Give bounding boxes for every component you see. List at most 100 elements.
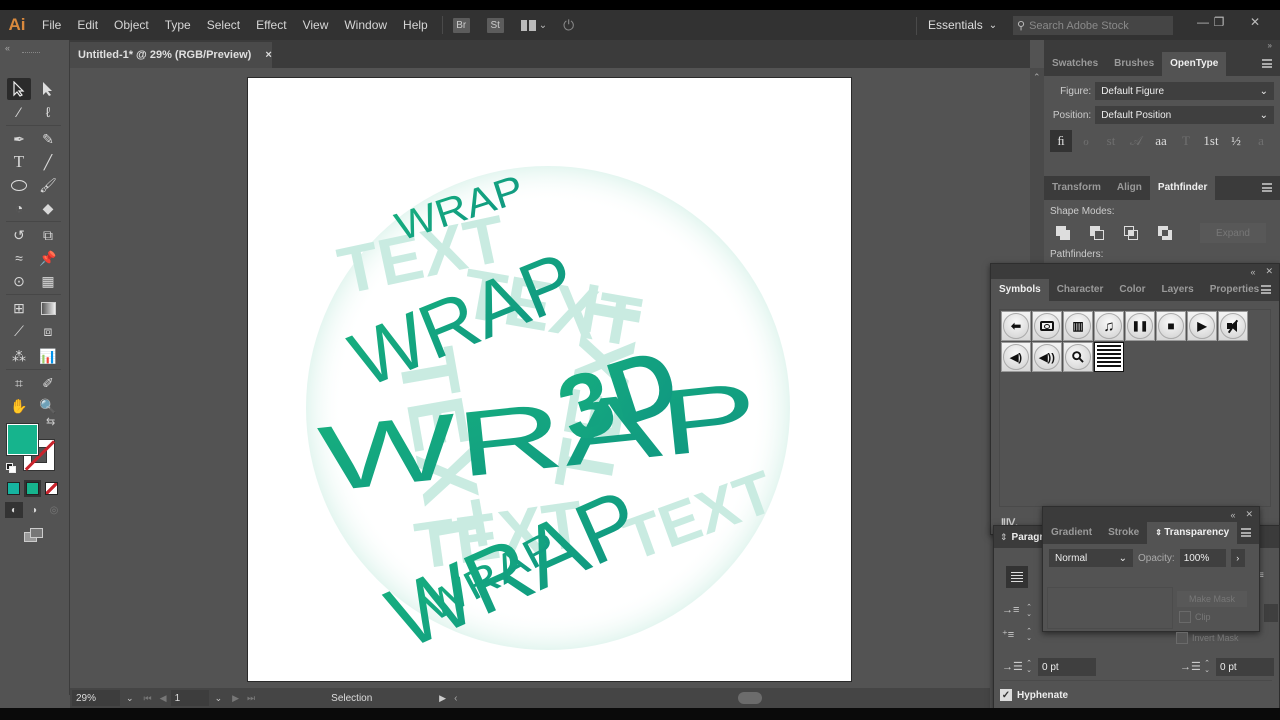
sphere-text-artwork[interactable]: TEXT TEXT TEXT TEXT TEXT TEXT WRAP WRAP … [248, 78, 851, 681]
eraser-tool[interactable]: ◆ [36, 197, 60, 219]
ordinals-button[interactable]: 1st [1200, 130, 1222, 152]
menu-effect[interactable]: Effect [248, 10, 294, 40]
tab-align[interactable]: Align [1109, 176, 1150, 200]
opacity-field[interactable]: 100% [1179, 549, 1226, 567]
stylistic-alternates-button[interactable]: aa [1150, 130, 1172, 152]
free-transform-tool[interactable]: ⊙ [7, 270, 31, 292]
ellipse-tool[interactable] [7, 174, 31, 196]
zoom-tool[interactable]: 🔍 [36, 395, 60, 417]
hand-tool[interactable]: ✋ [7, 395, 31, 417]
hyphenate-checkbox[interactable]: ✓ Hyphenate [1000, 689, 1068, 701]
puppet-warp-tool[interactable]: 📌 [36, 247, 60, 269]
artboard-tool[interactable]: ⌗ [7, 372, 31, 394]
menu-file[interactable]: File [34, 10, 69, 40]
tab-stroke[interactable]: Stroke [1100, 522, 1147, 544]
tab-character[interactable]: Character [1049, 279, 1112, 301]
close-tab-icon[interactable]: × [265, 49, 271, 61]
bridge-button[interactable]: Br [452, 17, 470, 33]
blend-tool[interactable]: ⧈ [36, 320, 60, 342]
figure-dropdown[interactable]: Default Figure ⌄ [1095, 82, 1274, 100]
lasso-tool[interactable]: ℓ [36, 101, 60, 123]
tab-transform[interactable]: Transform [1044, 176, 1109, 200]
draw-behind-button[interactable]: ◑ [25, 502, 43, 518]
first-artboard-icon[interactable]: ⏮ [144, 693, 152, 704]
space-after-spinner[interactable]: ⌃ ⌄ [1200, 658, 1214, 676]
panel-menu-icon[interactable] [1262, 183, 1272, 192]
close-panel-icon[interactable]: ✕ [1265, 266, 1273, 277]
panel-menu-icon[interactable] [1241, 528, 1251, 537]
menu-type[interactable]: Type [157, 10, 199, 40]
pen-tool[interactable]: ✒ [7, 128, 31, 150]
panel-header[interactable]: « ✕ [1043, 507, 1259, 522]
panel-header[interactable]: « ✕ [991, 264, 1279, 279]
menu-window[interactable]: Window [336, 10, 395, 40]
mesh-tool[interactable]: ⊞ [7, 297, 31, 319]
none-mode-button[interactable] [45, 482, 58, 495]
next-artboard-icon[interactable]: ▶ [232, 693, 239, 704]
symbol-volume-high[interactable]: ◀)) [1032, 342, 1062, 372]
scroll-left-icon[interactable]: ‹ [454, 693, 457, 704]
tab-symbols[interactable]: Symbols [991, 279, 1049, 301]
color-mode-button[interactable] [7, 482, 20, 495]
tab-opentype[interactable]: OpenType [1162, 52, 1227, 76]
slice-tool[interactable]: ✐ [36, 372, 60, 394]
ornaments-button[interactable]: a [1250, 130, 1272, 152]
type-tool[interactable]: T [7, 151, 31, 173]
panel-menu-icon[interactable] [1261, 285, 1271, 294]
align-left-button[interactable] [1006, 566, 1028, 588]
fill-color-swatch[interactable] [7, 424, 38, 455]
panel-menu-icon[interactable] [1262, 59, 1272, 68]
symbol-search[interactable]: ⚲ [1059, 338, 1097, 376]
symbol-mute[interactable] [1218, 311, 1248, 341]
symbol-play[interactable]: ▶ [1187, 311, 1217, 341]
menu-object[interactable]: Object [106, 10, 157, 40]
symbol-stop[interactable]: ■ [1156, 311, 1186, 341]
clip-checkbox[interactable]: Clip [1179, 611, 1211, 623]
symbol-arrow-left[interactable]: ⬅ [1001, 311, 1031, 341]
screen-mode-button[interactable] [22, 526, 46, 544]
warp-tool[interactable]: ≈ [7, 247, 31, 269]
space-before-field[interactable]: 0 pt [1038, 658, 1096, 676]
horizontal-scroll-thumb[interactable] [738, 692, 762, 704]
swap-fill-stroke-icon[interactable]: ⇆ [46, 415, 55, 428]
default-fill-stroke-icon[interactable] [6, 463, 16, 473]
invert-mask-checkbox[interactable]: Invert Mask [1176, 632, 1239, 644]
collapse-panel-icon[interactable]: « [1230, 510, 1235, 520]
zoom-level-field[interactable]: 29% [72, 690, 120, 706]
gpu-performance-icon[interactable]: ⏻ [563, 17, 574, 34]
collapse-panel-icon[interactable]: « [1250, 267, 1255, 277]
eyedropper-tool[interactable]: ⟋ [7, 320, 31, 342]
status-menu-arrow-icon[interactable]: ▶ [439, 693, 446, 704]
blend-mode-dropdown[interactable]: Normal ⌄ [1049, 549, 1133, 567]
symbol-text-art[interactable] [1094, 342, 1124, 372]
menu-edit[interactable]: Edit [69, 10, 106, 40]
menu-select[interactable]: Select [199, 10, 248, 40]
tab-pathfinder[interactable]: Pathfinder [1149, 176, 1216, 200]
symbol-camera[interactable] [1032, 311, 1062, 341]
ligatures-button[interactable]: ﬁ [1050, 130, 1072, 152]
left-indent-spinner[interactable]: ⌃ ⌄ [1022, 602, 1036, 620]
workspace-switcher[interactable]: Essentials ⌄ [916, 10, 997, 40]
shaper-tool[interactable]: ◔ [7, 197, 31, 219]
fractions-button[interactable]: ½ [1225, 130, 1247, 152]
arrange-documents-button[interactable]: ⌄ [520, 19, 547, 31]
draw-inside-button[interactable]: ◎ [45, 502, 63, 518]
tab-gradient[interactable]: Gradient [1043, 522, 1100, 544]
symbol-volume-low[interactable]: ◀) [1001, 342, 1031, 372]
direct-selection-tool[interactable] [36, 78, 60, 100]
artboard-number-field[interactable]: 1 [170, 690, 209, 706]
zoom-dropdown-icon[interactable]: ⌄ [126, 693, 134, 704]
panel-options-icon[interactable]: ⇕ [1000, 532, 1008, 543]
paintbrush-tool[interactable]: 🖌 [36, 174, 60, 196]
tab-transparency[interactable]: ⇕ Transparency [1147, 522, 1238, 544]
tab-properties[interactable]: Properties [1202, 279, 1267, 301]
selection-tool[interactable] [7, 78, 31, 100]
symbol-sprayer-tool[interactable]: ⁂ [7, 345, 31, 367]
dock-collapse-icon[interactable]: » [1044, 40, 1280, 52]
restore-button[interactable]: ❐ [1204, 13, 1234, 31]
make-mask-button[interactable]: Make Mask [1177, 591, 1247, 607]
toolbar-grip[interactable] [22, 52, 40, 54]
contextual-alternates-button[interactable]: ℴ [1075, 130, 1097, 152]
symbol-film[interactable]: ▥ [1063, 311, 1093, 341]
titling-alternates-button[interactable]: T [1175, 130, 1197, 152]
